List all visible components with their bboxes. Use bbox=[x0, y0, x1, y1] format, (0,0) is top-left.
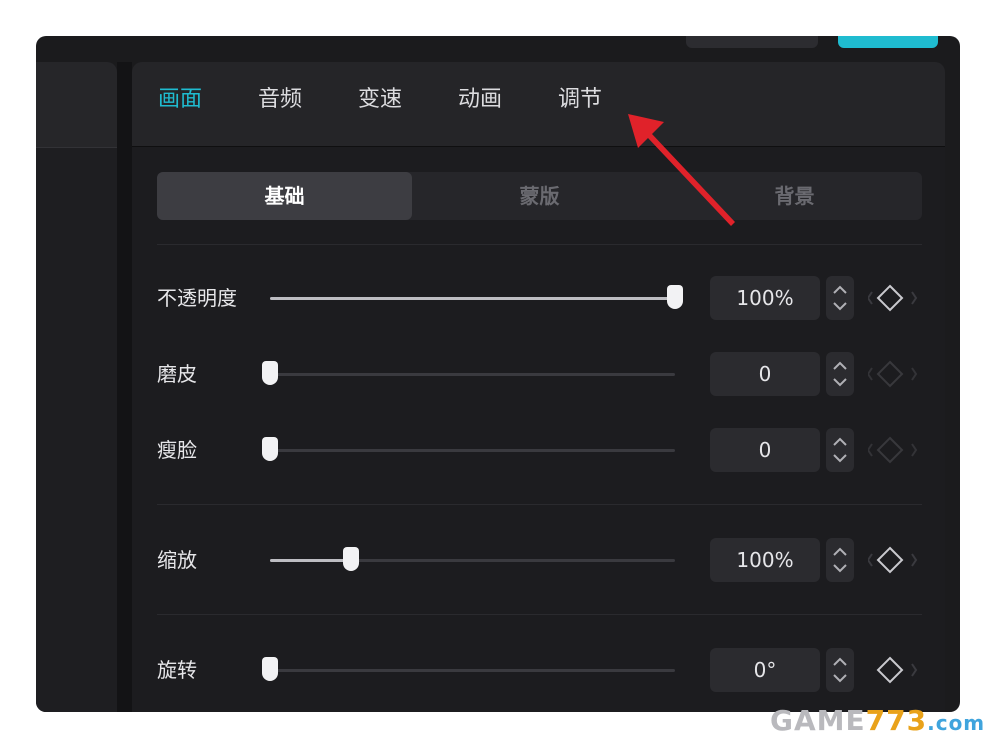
stepper-icon bbox=[833, 547, 847, 573]
tab-adjust[interactable]: 调节 bbox=[558, 84, 602, 116]
watermark-com: .com bbox=[927, 711, 986, 735]
site-watermark: GAME773.com bbox=[770, 704, 984, 740]
rotate-slider[interactable] bbox=[262, 657, 675, 681]
slim-face-label: 瘦脸 bbox=[157, 438, 197, 462]
keyframe-diamond-icon bbox=[876, 656, 918, 684]
slim-face-keyframe bbox=[868, 432, 936, 468]
app-window: 画面 音频 变速 动画 调节 基础 蒙版 背景 不透明度 100% 磨皮 0 瘦… bbox=[36, 36, 960, 712]
rotate-value-input[interactable]: 0° bbox=[710, 648, 820, 692]
panel-gap bbox=[117, 62, 132, 712]
rotate-stepper[interactable] bbox=[826, 648, 854, 692]
smooth-label: 磨皮 bbox=[157, 362, 197, 386]
stepper-icon bbox=[833, 437, 847, 463]
scale-slider-thumb[interactable] bbox=[343, 547, 359, 571]
divider bbox=[157, 504, 922, 505]
segment-basic[interactable]: 基础 bbox=[157, 172, 412, 220]
scale-stepper[interactable] bbox=[826, 538, 854, 582]
tab-picture[interactable]: 画面 bbox=[158, 84, 202, 116]
left-panel bbox=[36, 62, 117, 712]
export-button[interactable] bbox=[838, 36, 938, 48]
opacity-row: 不透明度 100% bbox=[132, 274, 945, 322]
opacity-value-input[interactable]: 100% bbox=[710, 276, 820, 320]
keyframe-diamond-icon bbox=[868, 284, 918, 312]
properties-panel: 画面 音频 变速 动画 调节 基础 蒙版 背景 不透明度 100% 磨皮 0 瘦… bbox=[132, 62, 945, 712]
stepper-icon bbox=[833, 657, 847, 683]
segmented-control: 基础 蒙版 背景 bbox=[157, 172, 922, 220]
opacity-slider-thumb[interactable] bbox=[667, 285, 683, 309]
slim-face-value-input[interactable]: 0 bbox=[710, 428, 820, 472]
segment-mask[interactable]: 蒙版 bbox=[412, 172, 667, 220]
smooth-row: 磨皮 0 bbox=[132, 350, 945, 398]
slim-face-row: 瘦脸 0 bbox=[132, 426, 945, 474]
scale-slider-fill bbox=[270, 559, 351, 562]
tab-speed[interactable]: 变速 bbox=[358, 84, 402, 116]
divider bbox=[157, 614, 922, 615]
left-panel-header bbox=[36, 62, 117, 148]
rotate-slider-thumb[interactable] bbox=[262, 657, 278, 681]
smooth-stepper[interactable] bbox=[826, 352, 854, 396]
rotate-label: 旋转 bbox=[157, 658, 197, 682]
scale-slider[interactable] bbox=[270, 547, 675, 571]
rotate-row: 旋转 0° bbox=[132, 646, 945, 694]
rotate-keyframe[interactable] bbox=[868, 652, 936, 688]
slim-face-slider-thumb[interactable] bbox=[262, 437, 278, 461]
segment-background[interactable]: 背景 bbox=[667, 172, 922, 220]
opacity-slider[interactable] bbox=[270, 285, 683, 309]
scale-keyframe[interactable] bbox=[868, 542, 936, 578]
opacity-stepper[interactable] bbox=[826, 276, 854, 320]
stepper-icon bbox=[833, 285, 847, 311]
stepper-icon bbox=[833, 361, 847, 387]
keyframe-diamond-icon bbox=[868, 546, 918, 574]
slim-face-slider[interactable] bbox=[262, 437, 675, 461]
smooth-keyframe bbox=[868, 356, 936, 392]
opacity-label: 不透明度 bbox=[157, 286, 237, 310]
scale-label: 缩放 bbox=[157, 548, 197, 572]
divider bbox=[157, 244, 922, 245]
slim-face-stepper[interactable] bbox=[826, 428, 854, 472]
opacity-keyframe[interactable] bbox=[868, 280, 936, 316]
smooth-slider[interactable] bbox=[262, 361, 675, 385]
keyframe-diamond-icon bbox=[868, 436, 918, 464]
tab-animation[interactable]: 动画 bbox=[458, 84, 502, 116]
scale-value-input[interactable]: 100% bbox=[710, 538, 820, 582]
smooth-slider-thumb[interactable] bbox=[262, 361, 278, 385]
watermark-773: 773 bbox=[865, 704, 928, 737]
keyframe-diamond-icon bbox=[868, 360, 918, 388]
top-toolbar-button[interactable] bbox=[686, 36, 818, 48]
scale-row: 缩放 100% bbox=[132, 536, 945, 584]
smooth-value-input[interactable]: 0 bbox=[710, 352, 820, 396]
tab-audio[interactable]: 音频 bbox=[258, 84, 302, 116]
tab-bar: 画面 音频 变速 动画 调节 bbox=[132, 62, 945, 147]
watermark-game: GAME bbox=[770, 704, 866, 737]
opacity-slider-fill bbox=[270, 297, 675, 300]
